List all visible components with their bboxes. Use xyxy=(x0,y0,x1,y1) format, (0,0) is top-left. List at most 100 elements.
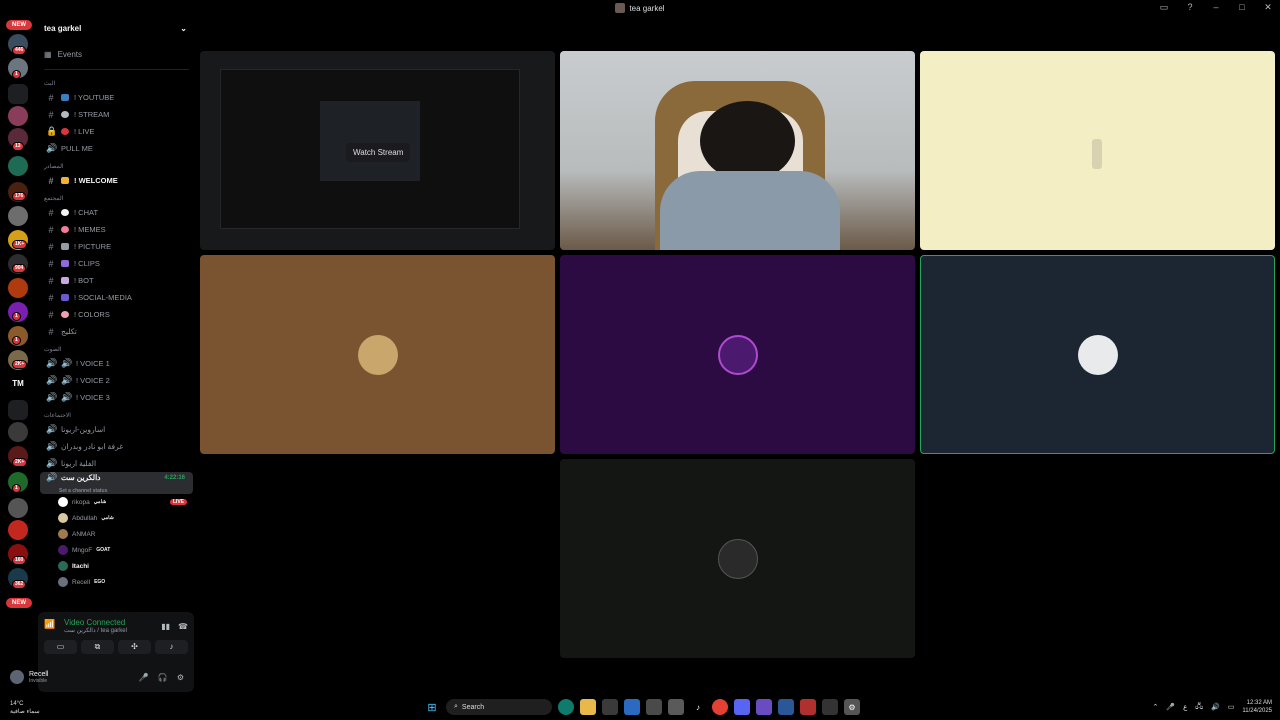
channel-pull-me[interactable]: 🔊 PULL ME xyxy=(38,140,195,157)
user-tag: شامي xyxy=(101,515,114,521)
signal-icon[interactable]: 📶 xyxy=(44,619,58,633)
vc-user[interactable]: Itachi xyxy=(38,558,195,574)
channel-social-media[interactable]: # ! SOCIAL-MEDIA xyxy=(38,289,195,306)
channel-status-prompt[interactable]: Set a channel status xyxy=(46,488,185,494)
clock[interactable]: 12:32 AM 11/24/2025 xyxy=(1242,699,1272,715)
avatar[interactable] xyxy=(10,670,24,684)
server-header[interactable]: tea garkel ⌄ xyxy=(38,16,195,40)
server-icon[interactable] xyxy=(8,422,28,442)
category-header[interactable]: المجتمع xyxy=(38,189,195,204)
network-icon[interactable]: 🖧 xyxy=(1195,702,1203,713)
camera-tile[interactable] xyxy=(560,51,915,250)
channel-label: ! MEMES xyxy=(74,225,106,234)
window-title-text: tea garkel xyxy=(629,3,665,13)
participant-tile[interactable] xyxy=(920,51,1275,250)
category-header[interactable]: المصادر xyxy=(38,157,195,172)
microphone-icon[interactable]: 🎤 xyxy=(1166,703,1175,711)
new-pill[interactable]: NEW xyxy=(6,598,32,608)
channel-meeting-2[interactable]: 🔊 غرفة ابو نادر وبدران xyxy=(38,438,195,455)
mail-icon[interactable] xyxy=(624,699,640,715)
language-indicator[interactable]: ع xyxy=(1183,703,1187,711)
vc-user[interactable]: rikopa شامي LIVE xyxy=(38,494,195,510)
system-tray: ⌃ 🎤 ع 🖧 🔊 ▭ 12:32 AM 11/24/2025 xyxy=(1152,699,1272,715)
vc-user[interactable]: Abdullah شامي xyxy=(38,510,195,526)
inbox-icon[interactable]: ▭ xyxy=(1158,2,1170,13)
screen-share-button[interactable]: ⧉ xyxy=(81,640,114,654)
server-icon[interactable] xyxy=(8,278,28,298)
server-icon[interactable] xyxy=(8,520,28,540)
category-header[interactable]: الصوت xyxy=(38,340,195,355)
app-icon[interactable] xyxy=(822,699,838,715)
chrome-icon[interactable] xyxy=(712,699,728,715)
settings-gear-icon[interactable]: ⚙ xyxy=(844,699,860,715)
edge-icon[interactable] xyxy=(558,699,574,715)
soundboard-button[interactable]: ♪ xyxy=(155,640,188,654)
channel-youtube[interactable]: # ! YOUTUBE xyxy=(38,89,195,106)
channel-picture[interactable]: # ! PICTURE xyxy=(38,238,195,255)
app-icon[interactable] xyxy=(778,699,794,715)
participant-tile-speaking[interactable] xyxy=(920,255,1275,454)
minimize-button[interactable]: – xyxy=(1210,2,1222,13)
server-icon[interactable] xyxy=(8,498,28,518)
server-icon[interactable] xyxy=(8,156,28,176)
store-icon[interactable] xyxy=(602,699,618,715)
events-item[interactable]: ▦ Events xyxy=(38,46,195,63)
search-box[interactable]: ⌕ Search xyxy=(446,699,552,715)
channel-clips[interactable]: # ! CLIPS xyxy=(38,255,195,272)
voice-location[interactable]: دالكرين ست / tea garkel xyxy=(64,627,127,634)
category-header[interactable]: الاجتماعات xyxy=(38,406,195,421)
channel-voice-1[interactable]: 🔊 🔊! VOICE 1 xyxy=(38,355,195,372)
current-voice-channel[interactable]: 🔊 دالكرين ست 4:22:16 Set a channel statu… xyxy=(40,472,193,494)
channel-voice-2[interactable]: 🔊 🔊! VOICE 2 xyxy=(38,372,195,389)
vc-user[interactable]: ANMAR xyxy=(38,526,195,542)
weather-widget[interactable]: 14°C سماء صافية xyxy=(10,700,40,716)
camera-off-button[interactable]: ▭ xyxy=(44,640,77,654)
volume-icon[interactable]: 🔊 xyxy=(1211,703,1220,711)
vc-user[interactable]: MngoF GOAT xyxy=(38,542,195,558)
game-icon[interactable] xyxy=(668,699,684,715)
channel-meeting-1[interactable]: 🔊 اساروين-اريونا xyxy=(38,421,195,438)
channel-colors[interactable]: # ! COLORS xyxy=(38,306,195,323)
speaker-icon: 🔊 xyxy=(61,358,73,368)
channel-meeting-3[interactable]: 🔊 الفلية اريونا xyxy=(38,455,195,472)
file-explorer-icon[interactable] xyxy=(580,699,596,715)
channel-welcome[interactable]: # ! WELCOME xyxy=(38,172,195,189)
start-icon[interactable]: ⊞ xyxy=(424,699,440,715)
tiktok-icon[interactable]: ♪ xyxy=(690,699,706,715)
app-icon[interactable] xyxy=(646,699,662,715)
discord-icon[interactable] xyxy=(734,699,750,715)
vc-user[interactable]: Recell EGO xyxy=(38,574,195,590)
channel-memes[interactable]: # ! MEMES xyxy=(38,221,195,238)
channel-stream[interactable]: # ! STREAM xyxy=(38,106,195,123)
disconnect-icon[interactable]: ☎ xyxy=(178,622,188,631)
channel-chat[interactable]: # ! CHAT xyxy=(38,204,195,221)
watch-stream-button[interactable]: Watch Stream xyxy=(346,143,411,162)
folder-icon[interactable] xyxy=(8,400,28,420)
noise-suppression-icon[interactable]: ▮▮ xyxy=(161,622,170,631)
chevron-up-icon[interactable]: ⌃ xyxy=(1152,703,1158,711)
app-icon[interactable] xyxy=(800,699,816,715)
channel-arabic[interactable]: # تكليج xyxy=(38,323,195,340)
battery-icon[interactable]: ▭ xyxy=(1228,703,1235,711)
headphones-icon[interactable]: 🎧 xyxy=(158,673,168,682)
participant-tile[interactable] xyxy=(200,255,555,454)
channel-live[interactable]: 🔒 ! LIVE xyxy=(38,123,195,140)
category-header[interactable]: البث xyxy=(38,74,195,89)
maximize-button[interactable]: □ xyxy=(1236,2,1248,13)
settings-gear-icon[interactable]: ⚙ xyxy=(177,673,184,682)
participant-tile[interactable] xyxy=(560,255,915,454)
microphone-icon[interactable]: 🎤 xyxy=(139,673,149,682)
close-button[interactable]: ✕ xyxy=(1262,2,1274,13)
channel-bot[interactable]: # ! BOT xyxy=(38,272,195,289)
folder-icon[interactable] xyxy=(8,84,28,104)
stream-tile[interactable]: Watch Stream xyxy=(200,51,555,250)
server-icon[interactable]: TM xyxy=(8,374,28,394)
participant-tile[interactable] xyxy=(560,459,915,658)
server-icon[interactable] xyxy=(8,206,28,226)
help-icon[interactable]: ? xyxy=(1184,2,1196,13)
new-pill[interactable]: NEW xyxy=(6,20,32,30)
channel-voice-3[interactable]: 🔊 🔊! VOICE 3 xyxy=(38,389,195,406)
teams-icon[interactable] xyxy=(756,699,772,715)
server-icon[interactable] xyxy=(8,106,28,126)
activities-button[interactable]: ✣ xyxy=(118,640,151,654)
